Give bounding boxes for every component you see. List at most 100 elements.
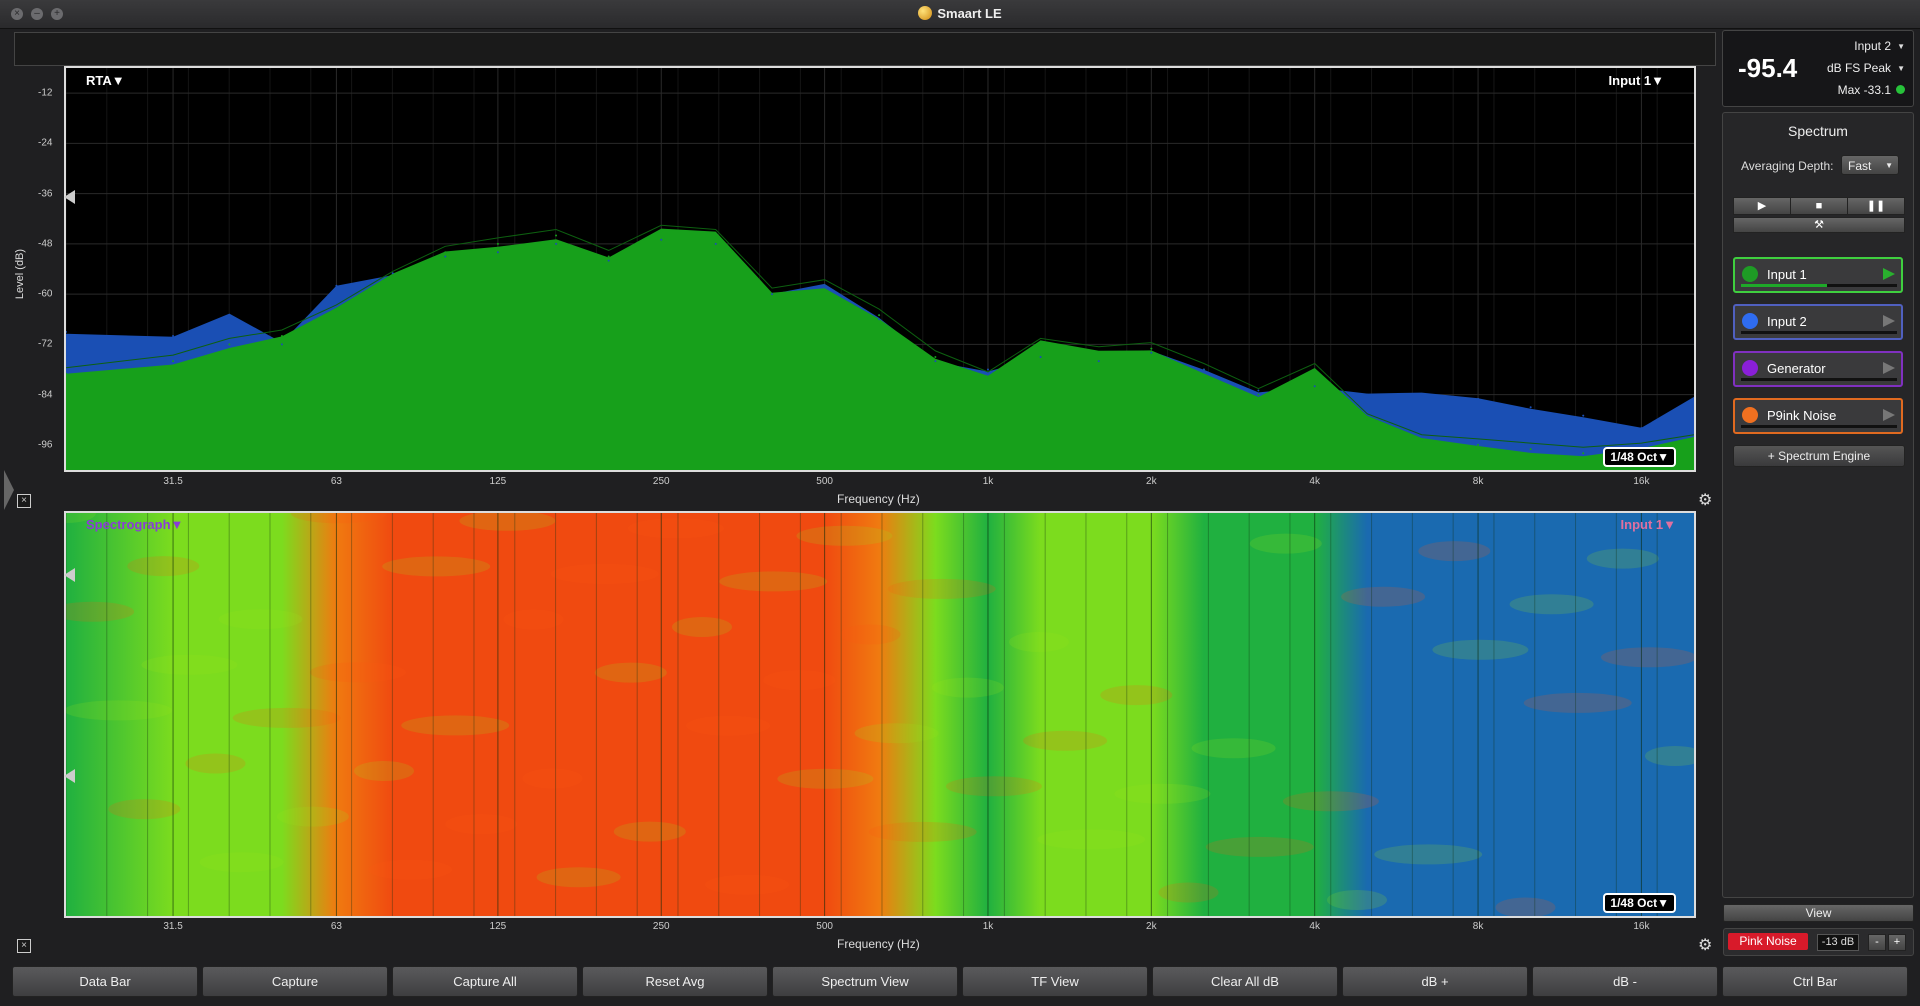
spectrograph-texture-blob <box>840 624 901 645</box>
channel-label: Generator <box>1767 361 1826 376</box>
rta-point <box>66 330 67 333</box>
spectrograph-xtick-label: 63 <box>330 921 342 932</box>
rta-mode-label[interactable]: RTA▼ <box>86 73 125 88</box>
spectrograph-chart <box>66 513 1694 916</box>
rta-point <box>555 234 558 237</box>
capture-all-button[interactable]: Capture All <box>392 966 578 997</box>
spectrograph-xtick-label: 250 <box>652 921 670 932</box>
spectrograph-texture-blob <box>232 707 341 728</box>
rta-point <box>660 238 663 241</box>
spectrograph-texture-blob <box>945 776 1042 797</box>
title-bar: × – + Smaart LE <box>0 0 1920 29</box>
add-spectrum-engine-button[interactable]: + Spectrum Engine <box>1733 445 1905 467</box>
spectrograph-xtick-label: 500 <box>816 921 833 932</box>
channel-color-dot <box>1742 266 1758 282</box>
tools-button[interactable]: ⚒ <box>1733 217 1905 233</box>
rta-point <box>714 234 717 237</box>
db-minus-button[interactable]: dB - <box>1532 966 1718 997</box>
spectrograph-mode-label[interactable]: Spectrograph▼ <box>86 517 183 532</box>
channel-color-dot <box>1742 360 1758 376</box>
generator-level-field[interactable]: -13 dB <box>1817 934 1859 951</box>
meter-max: Max -33.1 <box>1837 83 1891 97</box>
channel-play-icon[interactable] <box>1883 409 1895 421</box>
meter-mode-dropdown-icon[interactable]: ▼ <box>1897 64 1905 73</box>
spectrograph-texture-blob <box>536 867 621 888</box>
rta-point <box>1257 393 1260 396</box>
rta-plot[interactable]: RTA▼ Input 1▼ 1/48 Oct▼ <box>64 66 1696 472</box>
spectrograph-texture-blob <box>66 700 173 721</box>
level-meter: -95.4 Input 2 ▼ dB FS Peak ▼ Max -33.1 <box>1722 30 1914 107</box>
generator-row: Pink Noise -13 dB - + <box>1723 928 1914 956</box>
meter-input[interactable]: Input 2 <box>1854 39 1891 53</box>
rta-point <box>1420 393 1423 396</box>
chevron-down-icon: ▼ <box>1885 161 1893 170</box>
spectrum-view-button[interactable]: Spectrum View <box>772 966 958 997</box>
channel-generator[interactable]: Generator <box>1733 351 1903 387</box>
spectrograph-input-label[interactable]: Input 1▼ <box>1621 517 1676 532</box>
ctrl-bar-button[interactable]: Ctrl Bar <box>1722 966 1908 997</box>
rta-point <box>1477 443 1480 446</box>
spectrograph-xtick-label: 1k <box>982 921 994 932</box>
stop-button[interactable]: ■ <box>1790 197 1848 215</box>
tf-view-button[interactable]: TF View <box>962 966 1148 997</box>
spectrograph-upper-marker-icon[interactable] <box>64 568 75 582</box>
rta-ytick-label: -48 <box>38 238 53 250</box>
rta-threshold-marker-icon[interactable] <box>64 190 75 204</box>
pink-noise-button[interactable]: Pink Noise <box>1728 933 1808 950</box>
spectrograph-texture-blob <box>705 874 790 895</box>
rta-point <box>1097 360 1100 363</box>
rta-point <box>823 284 826 287</box>
close-rta-icon[interactable]: × <box>17 494 31 508</box>
meter-input-dropdown-icon[interactable]: ▼ <box>1897 42 1905 51</box>
spectrograph-texture-blob <box>1374 844 1483 865</box>
channel-pink-noise[interactable]: P9ink Noise <box>1733 398 1903 434</box>
rta-xtick-label: 8k <box>1472 476 1484 487</box>
channel-play-icon[interactable] <box>1883 315 1895 327</box>
spectrograph-texture-blob <box>1009 632 1069 652</box>
channel-input-1[interactable]: Input 1 <box>1733 257 1903 293</box>
channel-level-bar <box>1741 284 1897 287</box>
sidebar-toggle-icon[interactable] <box>4 470 14 510</box>
capture-button[interactable]: Capture <box>202 966 388 997</box>
spectrograph-texture-blob <box>1523 692 1632 713</box>
view-button[interactable]: View <box>1723 904 1914 922</box>
spectrograph-resolution-badge[interactable]: 1/48 Oct▼ <box>1603 893 1676 913</box>
spectrograph-texture-blob <box>796 525 893 546</box>
rta-point <box>280 335 283 337</box>
reset-avg-button[interactable]: Reset Avg <box>582 966 768 997</box>
spectrograph-texture-blob <box>887 578 996 599</box>
level-increase-button[interactable]: + <box>1888 934 1906 951</box>
level-decrease-button[interactable]: - <box>1868 934 1886 951</box>
channel-input-2[interactable]: Input 2 <box>1733 304 1903 340</box>
spectrograph-texture-blob <box>141 654 238 675</box>
channel-label: Input 1 <box>1767 267 1807 282</box>
channel-play-icon[interactable] <box>1883 268 1895 280</box>
rta-settings-gear-icon[interactable]: ⚙ <box>1698 490 1712 510</box>
spectrograph-xlabel: Frequency (Hz) <box>837 937 920 951</box>
meter-mode[interactable]: dB FS Peak <box>1827 61 1891 75</box>
window-title-wrap: Smaart LE <box>0 6 1920 21</box>
averaging-depth-select[interactable]: Fast ▼ <box>1841 155 1899 175</box>
db-plus-button[interactable]: dB + <box>1342 966 1528 997</box>
rta-input-label[interactable]: Input 1▼ <box>1609 73 1664 88</box>
spectrograph-plot[interactable]: Spectrograph▼ Input 1▼ 1/48 Oct▼ <box>64 511 1696 918</box>
close-spectrograph-icon[interactable]: × <box>17 939 31 953</box>
rta-point <box>172 335 175 337</box>
spectrograph-lower-marker-icon[interactable] <box>64 769 75 783</box>
rta-xlabel: Frequency (Hz) <box>837 492 920 506</box>
spectrograph-settings-gear-icon[interactable]: ⚙ <box>1698 935 1712 955</box>
spectrograph-texture-blob <box>199 852 284 873</box>
data-bar-button[interactable]: Data Bar <box>12 966 198 997</box>
channel-play-icon[interactable] <box>1883 362 1895 374</box>
rta-ytick-label: -36 <box>38 188 53 200</box>
rta-xtick-label: 125 <box>489 476 507 487</box>
rta-point <box>1366 418 1369 421</box>
rta-point <box>1582 414 1585 417</box>
rta-point <box>335 284 338 287</box>
play-button[interactable]: ▶ <box>1733 197 1791 215</box>
spectrograph-xtick-label: 4k <box>1309 921 1320 932</box>
clear-all-db-button[interactable]: Clear All dB <box>1152 966 1338 997</box>
rta-resolution-badge[interactable]: 1/48 Oct▼ <box>1603 447 1676 467</box>
rta-point <box>1150 347 1153 350</box>
pause-button[interactable]: ❚❚ <box>1847 197 1905 215</box>
